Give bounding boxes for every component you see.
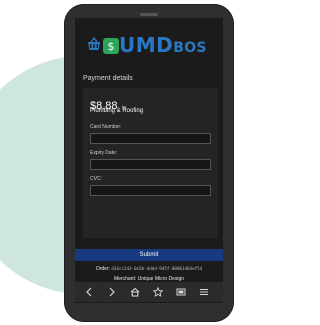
order-prefix: Order: [95, 266, 110, 272]
back-icon[interactable] [83, 287, 95, 297]
card-number-input[interactable] [90, 133, 211, 144]
home-icon[interactable] [129, 287, 141, 297]
expiry-date-label: Expiry Date: [90, 150, 118, 156]
expiry-date-input[interactable] [90, 159, 211, 170]
phone-speaker [140, 13, 158, 16]
order-line: Order: d34cc243-0c6b-4ddd-945f-00061464e… [75, 266, 223, 272]
brand-logo-sub: BOS [173, 40, 207, 56]
brand-logo-main: UMD [119, 33, 174, 57]
svg-text:$: $ [108, 40, 115, 53]
browser-navbar [75, 282, 223, 302]
order-id: d34cc243-0c6b-4ddd-945f-00061464ef54 [111, 266, 203, 271]
forward-icon[interactable] [106, 287, 118, 297]
cvc-input[interactable] [90, 185, 211, 196]
menu-icon[interactable] [198, 287, 210, 297]
section-title: Payment details [83, 75, 133, 82]
shopping-basket-icon [85, 36, 103, 52]
card-number-label: Card Number: [90, 124, 122, 130]
cvc-label: CVC: [90, 176, 102, 182]
payee-name: Plumbing & Roofing [90, 108, 144, 114]
phone-screen: $ UMDBOS Payment details $8.88 to Plumbi… [75, 18, 223, 303]
brand-header: $ UMDBOS [75, 18, 223, 70]
tabs-icon[interactable] [175, 287, 187, 297]
payment-card: $8.88 to Plumbing & Roofing Card Number:… [83, 88, 218, 238]
scene: $ UMDBOS Payment details $8.88 to Plumbi… [0, 0, 240, 325]
brand-logo-text: UMDBOS [119, 35, 207, 58]
star-icon[interactable] [152, 287, 164, 297]
submit-button[interactable]: Submit [75, 249, 223, 261]
dollar-icon: $ [103, 38, 119, 54]
